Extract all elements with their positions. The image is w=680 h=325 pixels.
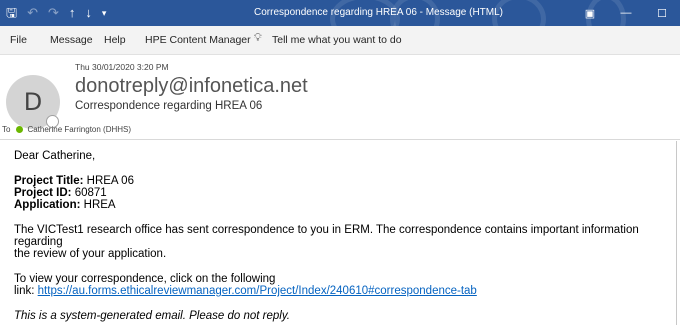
undo-icon[interactable]: ↶ xyxy=(27,4,38,22)
tab-hpe-content-manager[interactable]: HPE Content Manager xyxy=(145,34,251,46)
project-title-value: HREA 06 xyxy=(86,175,134,187)
application-value: HREA xyxy=(83,199,116,211)
to-label: To xyxy=(2,125,11,134)
application-line: Application: HREA xyxy=(14,199,674,211)
arrow-up-icon[interactable]: ↑ xyxy=(69,4,76,22)
tab-file[interactable]: File xyxy=(10,34,27,46)
project-id-line: Project ID: 60871 xyxy=(14,187,674,199)
save-icon[interactable]: 🖫 xyxy=(6,4,17,22)
recipient[interactable]: Catherine Farrington (DHHS) xyxy=(27,125,131,134)
chevron-down-icon[interactable]: ▾ xyxy=(102,4,107,22)
correspondence-link[interactable]: https://au.forms.ethicalreviewmanager.co… xyxy=(38,285,477,297)
window-title: Correspondence regarding HREA 06 - Messa… xyxy=(254,7,503,18)
paragraph-2-line-1: To view your correspondence, click on th… xyxy=(14,273,276,285)
arrow-down-icon[interactable]: ↓ xyxy=(85,4,92,22)
ribbon-tabs: File Message Help HPE Content Manager 💡︎… xyxy=(0,26,680,55)
to-line: To Catherine Farrington (DHHS) xyxy=(2,125,131,134)
message-subject: Correspondence regarding HREA 06 xyxy=(75,100,263,112)
redo-icon[interactable]: ↷ xyxy=(48,4,59,22)
tab-message[interactable]: Message xyxy=(50,34,93,46)
minimize-icon[interactable]: — xyxy=(608,0,644,26)
greeting: Dear Catherine, xyxy=(14,150,96,162)
window-controls: ▣ — ☐ xyxy=(572,0,680,26)
footer-note: This is a system-generated email. Please… xyxy=(14,310,290,322)
sender-address[interactable]: donotreply@infonetica.net xyxy=(75,75,308,98)
project-id-value: 60871 xyxy=(74,187,107,199)
recipient-presence-icon xyxy=(16,126,24,133)
application-label: Application: xyxy=(14,199,81,211)
paragraph-1-line-1: The VICTest1 research office has sent co… xyxy=(14,224,639,248)
tab-help[interactable]: Help xyxy=(104,34,126,46)
reading-pane-border xyxy=(676,141,677,325)
link-prefix: link: xyxy=(14,285,35,297)
header-divider xyxy=(0,139,680,140)
project-title-label: Project Title: xyxy=(14,175,84,187)
tell-me-search[interactable]: Tell me what you want to do xyxy=(272,34,402,46)
paragraph-1-line-2: the review of your application. xyxy=(14,248,167,260)
quick-access-toolbar: 🖫 ↶ ↷ ↑ ↓ ▾ xyxy=(6,4,106,22)
message-date: Thu 30/01/2020 3:20 PM xyxy=(75,62,169,72)
project-id-label: Project ID: xyxy=(14,187,72,199)
project-title-line: Project Title: HREA 06 xyxy=(14,175,674,187)
message-body: Dear Catherine, Project Title: HREA 06 P… xyxy=(14,150,674,322)
avatar-initial: D xyxy=(23,88,43,116)
maximize-icon[interactable]: ☐ xyxy=(644,0,680,26)
lightbulb-icon: 💡︎ xyxy=(254,32,262,44)
link-line: link: https://au.forms.ethicalreviewmana… xyxy=(14,285,674,297)
ribbon-display-icon[interactable]: ▣ xyxy=(572,0,608,26)
title-bar: 🖫 ↶ ↷ ↑ ↓ ▾ Correspondence regarding HRE… xyxy=(0,0,680,26)
